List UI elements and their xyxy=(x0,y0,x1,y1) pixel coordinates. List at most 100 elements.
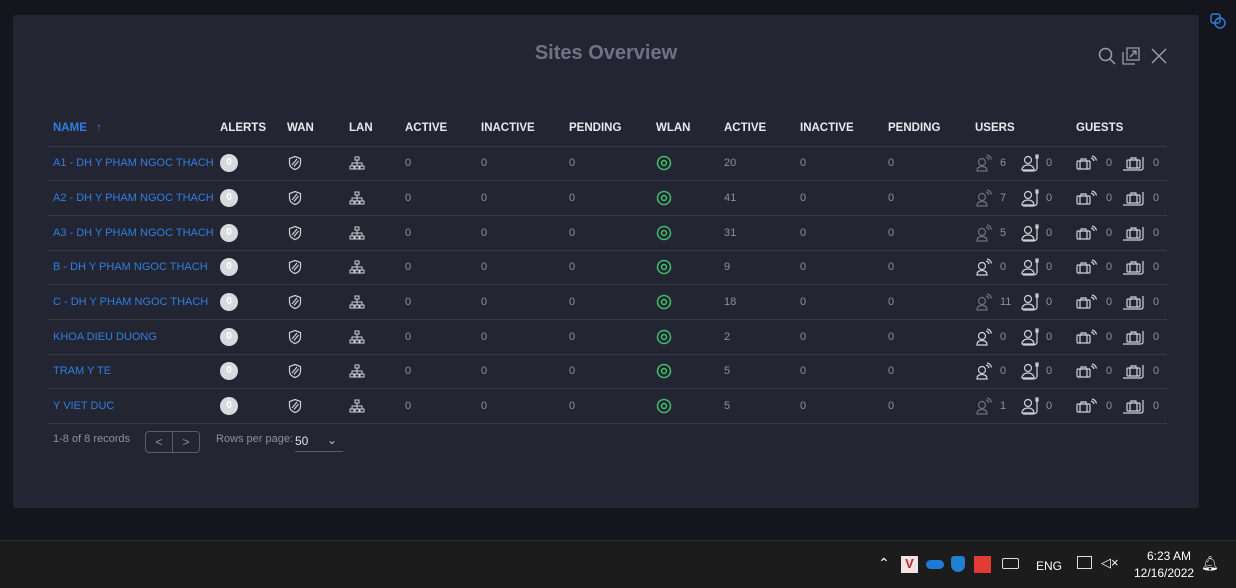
wlan-pending-value: 0 xyxy=(888,226,895,239)
lan-pending-value: 0 xyxy=(569,261,576,274)
users-wireless-value: 0 xyxy=(1000,365,1007,378)
security-shield-icon[interactable] xyxy=(951,556,965,572)
show-hidden-icons-icon[interactable]: ⌃ xyxy=(878,555,890,572)
wlan-status-icon xyxy=(656,190,672,206)
wlan-status-icon xyxy=(656,363,672,379)
guests-wireless-value: 0 xyxy=(1106,296,1113,309)
table-row[interactable]: A1 - DH Y PHAM NGOC THACH 0 0 0 0 20 0 0 6 0 0 0 xyxy=(48,146,1167,182)
site-name-link[interactable]: A3 - DH Y PHAM NGOC THACH xyxy=(53,227,214,239)
wired-user-icon xyxy=(1020,362,1040,381)
column-header-name[interactable]: NAME ↑ xyxy=(48,111,215,147)
clock-time[interactable]: 6:23 AM xyxy=(1147,549,1191,563)
lan-topology-icon xyxy=(349,156,365,170)
alerts-badge[interactable]: 0 xyxy=(220,397,238,416)
wired-guest-icon xyxy=(1122,294,1146,310)
column-label: WLAN xyxy=(656,122,691,135)
users-wired-value: 0 xyxy=(1046,157,1053,170)
column-header-lan: LAN xyxy=(344,111,400,147)
guests-wired-value: 0 xyxy=(1153,261,1160,274)
guests-wired-value: 0 xyxy=(1153,330,1160,343)
network-icon[interactable] xyxy=(1077,556,1092,569)
wireless-user-icon xyxy=(975,154,993,172)
wired-guest-icon xyxy=(1122,329,1146,345)
users-wired-value: 0 xyxy=(1046,365,1053,378)
users-wireless-value: 7 xyxy=(1000,192,1007,205)
alerts-badge[interactable]: 0 xyxy=(220,223,238,242)
users-wireless-value: 6 xyxy=(1000,157,1007,170)
search-icon[interactable] xyxy=(1097,46,1117,66)
app-v-icon[interactable]: V xyxy=(901,556,918,573)
site-name-link[interactable]: TRAM Y TE xyxy=(53,365,111,377)
lan-active-value: 0 xyxy=(405,365,412,378)
column-label: WAN xyxy=(287,122,314,135)
next-page-button[interactable]: > xyxy=(173,432,199,452)
app-red-icon[interactable] xyxy=(974,556,991,573)
lan-inactive-value: 0 xyxy=(481,365,488,378)
wan-shield-icon xyxy=(287,190,303,206)
alerts-badge[interactable]: 0 xyxy=(220,258,238,277)
wired-guest-icon xyxy=(1122,398,1146,414)
site-name-link[interactable]: B - DH Y PHAM NGOC THACH xyxy=(53,261,208,273)
modal-title: Sites Overview xyxy=(534,42,678,64)
table-row[interactable]: TRAM Y TE 0 0 0 0 5 0 0 0 0 0 0 xyxy=(48,354,1167,390)
table-row[interactable]: C - DH Y PHAM NGOC THACH 0 0 0 0 18 0 0 11 0 0 0 xyxy=(48,284,1167,320)
users-wireless-value: 1 xyxy=(1000,400,1007,413)
popout-icon[interactable] xyxy=(1121,46,1141,66)
guests-wired-value: 0 xyxy=(1153,226,1160,239)
wired-user-icon xyxy=(1020,258,1040,277)
alerts-badge[interactable]: 0 xyxy=(220,154,238,173)
rows-per-page-select[interactable]: 50 ⌄ xyxy=(295,430,343,452)
wlan-pending-value: 0 xyxy=(888,330,895,343)
clock-date[interactable]: 12/16/2022 xyxy=(1134,566,1194,580)
wired-guest-icon xyxy=(1122,190,1146,206)
column-label: INACTIVE xyxy=(800,122,854,135)
volume-muted-icon[interactable]: ◁× xyxy=(1101,555,1119,571)
alerts-badge[interactable]: 0 xyxy=(220,293,238,312)
wireless-user-icon xyxy=(975,293,993,311)
site-name-link[interactable]: A2 - DH Y PHAM NGOC THACH xyxy=(53,192,214,204)
table-row[interactable]: KHOA DIEU DUONG 0 0 0 0 2 0 0 0 0 0 0 xyxy=(48,319,1167,355)
column-label: NAME xyxy=(53,122,87,135)
alerts-badge[interactable]: 0 xyxy=(220,327,238,346)
keyboard-icon[interactable] xyxy=(1002,558,1019,569)
lan-pending-value: 0 xyxy=(569,192,576,205)
table-row[interactable]: B - DH Y PHAM NGOC THACH 0 0 0 0 9 0 0 0 0 0 0 xyxy=(48,250,1167,286)
notifications-icon[interactable]: 🔔︎ xyxy=(1201,555,1219,572)
wired-guest-icon xyxy=(1122,155,1146,171)
language-indicator[interactable]: ENG xyxy=(1036,559,1062,573)
lan-inactive-value: 0 xyxy=(481,226,488,239)
lan-topology-icon xyxy=(349,226,365,240)
column-label: PENDING xyxy=(888,122,941,135)
column-header-alerts: ALERTS xyxy=(215,111,282,147)
site-name-link[interactable]: KHOA DIEU DUONG xyxy=(53,331,157,343)
settings-link-icon[interactable] xyxy=(1209,12,1227,30)
users-wired-value: 0 xyxy=(1046,192,1053,205)
guests-wired-value: 0 xyxy=(1153,400,1160,413)
pagination: < > xyxy=(145,431,200,453)
site-name-link[interactable]: Y VIET DUC xyxy=(53,400,114,412)
wlan-inactive-value: 0 xyxy=(800,330,807,343)
site-name-link[interactable]: A1 - DH Y PHAM NGOC THACH xyxy=(53,157,214,169)
guests-wireless-value: 0 xyxy=(1106,261,1113,274)
table-row[interactable]: A3 - DH Y PHAM NGOC THACH 0 0 0 0 31 0 0 5 0 0 0 xyxy=(48,215,1167,251)
lan-active-value: 0 xyxy=(405,157,412,170)
guests-wireless-value: 0 xyxy=(1106,192,1113,205)
alerts-badge[interactable]: 0 xyxy=(220,189,238,208)
column-header-guests: GUESTS xyxy=(1071,111,1167,147)
wired-user-icon xyxy=(1020,189,1040,207)
table-row[interactable]: Y VIET DUC 0 0 0 0 5 0 0 1 0 0 0 xyxy=(48,388,1167,424)
site-name-link[interactable]: C - DH Y PHAM NGOC THACH xyxy=(53,296,208,308)
onedrive-icon[interactable] xyxy=(926,560,944,569)
lan-pending-value: 0 xyxy=(569,226,576,239)
lan-topology-icon xyxy=(349,330,365,344)
prev-page-button[interactable]: < xyxy=(146,432,173,452)
column-header-lan-pending: PENDING xyxy=(564,111,651,147)
table-row[interactable]: A2 - DH Y PHAM NGOC THACH 0 0 0 0 41 0 0 7 0 0 0 xyxy=(48,180,1167,216)
lan-topology-icon xyxy=(349,399,365,413)
alerts-badge[interactable]: 0 xyxy=(220,362,238,381)
column-header-users: USERS xyxy=(970,111,1071,147)
wired-guest-icon xyxy=(1122,259,1146,276)
close-icon[interactable] xyxy=(1149,46,1169,66)
users-wireless-value: 0 xyxy=(1000,261,1007,274)
wired-user-icon xyxy=(1020,328,1040,346)
